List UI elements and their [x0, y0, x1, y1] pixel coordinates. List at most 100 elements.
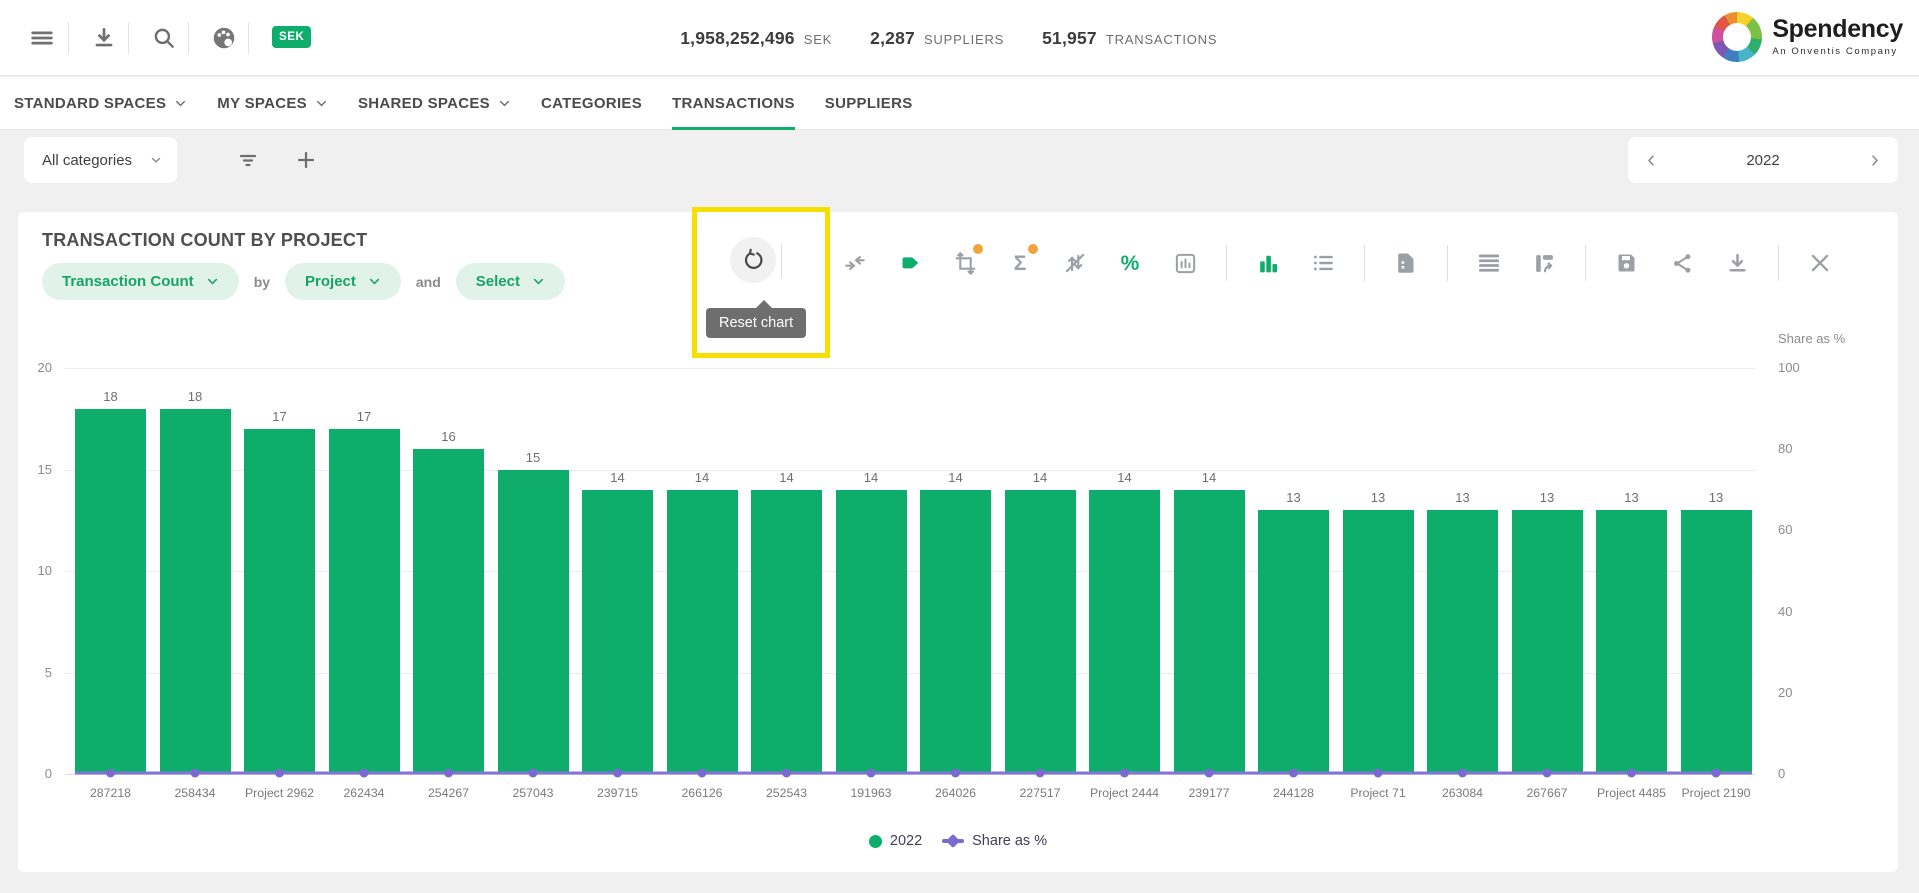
- divider: [68, 22, 69, 54]
- nav-tab-shared-spaces[interactable]: SHARED SPACES: [358, 77, 511, 130]
- tag-icon[interactable]: [896, 248, 924, 278]
- nav-tab-categories[interactable]: CATEGORIES: [541, 77, 642, 130]
- currency-badge[interactable]: SEK: [272, 26, 311, 48]
- sort-off-icon[interactable]: [1061, 248, 1089, 278]
- y-axis-tick-right: 0: [1778, 766, 1785, 781]
- nav-tab-transactions[interactable]: TRANSACTIONS: [672, 77, 795, 130]
- bar-258434[interactable]: [160, 409, 231, 774]
- reset-chart-button[interactable]: [730, 237, 776, 283]
- rows-icon[interactable]: [1475, 248, 1503, 278]
- bar-252543[interactable]: [751, 490, 822, 774]
- save-icon[interactable]: [1613, 248, 1641, 278]
- bar-Project-2962[interactable]: [244, 429, 315, 774]
- x-axis-label: Project 2190: [1656, 786, 1776, 800]
- category-filter-select[interactable]: All categories: [24, 137, 177, 183]
- bar-227517[interactable]: [1005, 490, 1076, 774]
- sigma-icon[interactable]: Σ: [1006, 248, 1034, 278]
- suppliers-value: 2,287: [870, 28, 915, 49]
- right-axis-title: Share as %: [1778, 331, 1845, 346]
- measure-label: Transaction Count: [62, 273, 194, 290]
- nav-tab-label: STANDARD SPACES: [14, 95, 166, 112]
- nav-tab-standard-spaces[interactable]: STANDARD SPACES: [14, 77, 187, 130]
- divider: [1226, 245, 1227, 281]
- filter-icon[interactable]: [230, 137, 266, 183]
- legend-label: Share as %: [972, 833, 1047, 849]
- bar-value-label: 18: [75, 389, 146, 404]
- bar-value-label: 14: [751, 470, 822, 485]
- bar-Project-2190[interactable]: [1681, 510, 1752, 774]
- reset-chart-tooltip: Reset chart: [706, 308, 806, 338]
- total-spend-stat: 1,958,252,496SEK: [680, 28, 832, 49]
- chart-config-pills: Transaction Count by Project and Select: [42, 263, 565, 300]
- download-icon[interactable]: [1723, 248, 1751, 278]
- chart-box-icon[interactable]: [1171, 248, 1199, 278]
- spendency-dashboard: SEK 1,958,252,496SEK 2,287SUPPLIERS 51,9…: [0, 0, 1919, 893]
- dimension-select-pill[interactable]: Project: [285, 263, 401, 300]
- gridline: [65, 571, 1755, 572]
- previous-year-button[interactable]: [1644, 153, 1659, 168]
- chevron-down-icon: [315, 97, 328, 110]
- bar-Project-2444[interactable]: [1089, 490, 1160, 774]
- bar-266126[interactable]: [667, 490, 738, 774]
- bar-value-label: 14: [836, 470, 907, 485]
- close-icon[interactable]: [1806, 248, 1834, 278]
- gridline: [65, 368, 1755, 369]
- bar-value-label: 14: [667, 470, 738, 485]
- bar-254267[interactable]: [413, 449, 484, 774]
- next-year-button[interactable]: [1867, 153, 1882, 168]
- bar-239715[interactable]: [582, 490, 653, 774]
- merge-arrows-icon[interactable]: [841, 248, 869, 278]
- crop-icon[interactable]: [951, 248, 979, 278]
- bar-239177[interactable]: [1174, 490, 1245, 774]
- y-axis-tick-right: 40: [1778, 604, 1792, 619]
- y-axis-tick-left: 10: [14, 563, 52, 578]
- chevron-down-icon: [206, 275, 219, 288]
- bar-267667[interactable]: [1512, 510, 1583, 774]
- bar-191963[interactable]: [836, 490, 907, 774]
- bar-262434[interactable]: [329, 429, 400, 774]
- y-axis-tick-left: 20: [14, 360, 52, 375]
- download-icon[interactable]: [84, 0, 124, 76]
- palette-icon[interactable]: [204, 0, 244, 76]
- percent-icon[interactable]: %: [1116, 248, 1144, 278]
- nav-tab-label: CATEGORIES: [541, 95, 642, 112]
- y-axis-tick-right: 100: [1778, 360, 1800, 375]
- chevron-down-icon: [174, 97, 187, 110]
- bar-263084[interactable]: [1427, 510, 1498, 774]
- chevron-down-icon: [532, 275, 545, 288]
- legend-line-marker: [942, 839, 964, 843]
- bar-value-label: 14: [582, 470, 653, 485]
- report-icon[interactable]: [1392, 248, 1420, 278]
- gridline: [65, 673, 1755, 674]
- pivot-icon[interactable]: [1530, 248, 1558, 278]
- bar-264026[interactable]: [920, 490, 991, 774]
- transactions-value: 51,957: [1042, 28, 1097, 49]
- suppliers-stat: 2,287SUPPLIERS: [870, 28, 1004, 49]
- dimension-label: Project: [305, 273, 356, 290]
- bar-Project-71[interactable]: [1343, 510, 1414, 774]
- year-value: 2022: [1746, 152, 1779, 169]
- measure-select-pill[interactable]: Transaction Count: [42, 263, 239, 300]
- bar-257043[interactable]: [498, 470, 569, 775]
- y-axis-tick-left: 5: [14, 665, 52, 680]
- hamburger-menu-icon[interactable]: [22, 0, 62, 76]
- bar-Project-4485[interactable]: [1596, 510, 1667, 774]
- add-widget-icon[interactable]: [288, 137, 324, 183]
- nav-tab-suppliers[interactable]: SUPPLIERS: [825, 77, 913, 130]
- nav-tab-my-spaces[interactable]: MY SPACES: [217, 77, 328, 130]
- bar-value-label: 13: [1427, 490, 1498, 505]
- bar-value-label: 15: [498, 450, 569, 465]
- divider: [188, 22, 189, 54]
- search-icon[interactable]: [144, 0, 184, 76]
- secondary-dimension-pill[interactable]: Select: [456, 263, 565, 300]
- legend-item-2022[interactable]: 2022: [869, 833, 922, 849]
- bar-244128[interactable]: [1258, 510, 1329, 774]
- logo-name: Spendency: [1772, 17, 1903, 42]
- legend-item-share-as-[interactable]: Share as %: [942, 833, 1047, 849]
- chevron-down-icon: [368, 275, 381, 288]
- bar-287218[interactable]: [75, 409, 146, 774]
- nav-tab-label: SUPPLIERS: [825, 95, 913, 112]
- share-icon[interactable]: [1668, 248, 1696, 278]
- bar-chart-icon[interactable]: [1254, 248, 1282, 278]
- list-icon[interactable]: [1309, 248, 1337, 278]
